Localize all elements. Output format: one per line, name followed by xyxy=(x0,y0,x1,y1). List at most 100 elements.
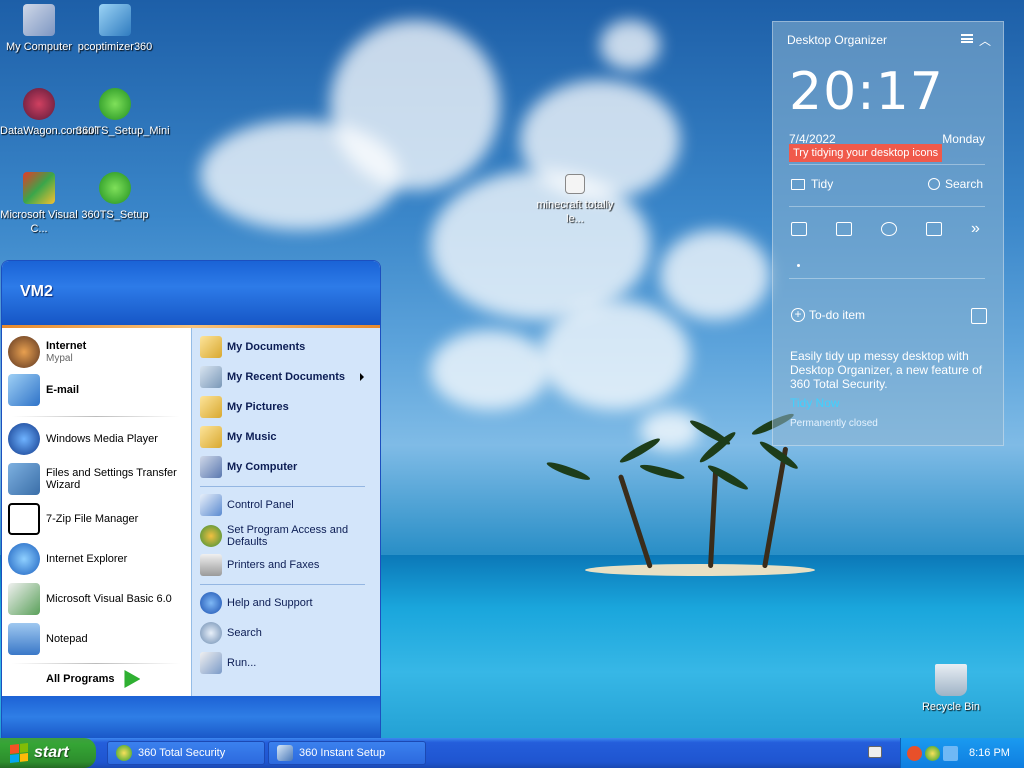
menu-my-music[interactable]: My Music xyxy=(200,426,277,448)
program-access-icon xyxy=(200,525,222,547)
pinned-email[interactable]: E-mail xyxy=(8,374,79,406)
360-tray-icon[interactable] xyxy=(925,745,940,761)
all-programs-button[interactable]: All Programs xyxy=(46,670,141,688)
menu-icon[interactable] xyxy=(961,34,973,43)
separator xyxy=(200,486,365,487)
run-icon xyxy=(200,652,222,674)
clock[interactable]: 8:16 PM xyxy=(969,747,1010,759)
network-icon[interactable] xyxy=(943,745,958,761)
start-menu-left: Internet Mypal E-mail Windows Media Playe… xyxy=(2,328,191,698)
menu-run[interactable]: Run... xyxy=(200,652,256,674)
todo-button[interactable]: + To-do item xyxy=(791,308,865,322)
ie-icon xyxy=(8,543,40,575)
optimizer-icon xyxy=(99,4,131,36)
desktop-icon-label: minecraft totally le... xyxy=(536,199,614,225)
organizer-day: Monday xyxy=(942,132,985,146)
search-label: Search xyxy=(944,177,983,191)
desktop-icon-360ts-setup[interactable]: 360TS_Setup xyxy=(76,172,154,222)
organizer-description: Easily tidy up messy desktop with Deskto… xyxy=(790,349,983,391)
recent-label: 7-Zip File Manager xyxy=(46,513,139,525)
desktop-icon-label: pcoptimizer360 xyxy=(77,41,153,53)
monitor-icon xyxy=(791,178,805,190)
more-icon[interactable]: » xyxy=(971,221,987,237)
organizer-toolbar: » xyxy=(791,221,987,237)
start-menu-right: My Documents My Recent Documents My Pict… xyxy=(191,328,380,698)
eye-icon[interactable] xyxy=(881,222,897,236)
setup-icon xyxy=(99,172,131,204)
menu-help-support[interactable]: Help and Support xyxy=(200,592,313,614)
menu-label: My Pictures xyxy=(227,401,289,413)
start-button[interactable]: start xyxy=(0,738,96,768)
desktop-icon-my-computer[interactable]: My Computer xyxy=(0,4,78,54)
recent-label: Internet Explorer xyxy=(46,553,128,565)
music-folder-icon xyxy=(200,426,222,448)
desktop-icon-label: My Computer xyxy=(5,41,73,53)
recent-label: Windows Media Player xyxy=(46,433,158,445)
url-shortcut-icon xyxy=(23,88,55,120)
organizer-time: 20:17 xyxy=(789,62,944,122)
menu-set-program-access[interactable]: Set Program Access and Defaults xyxy=(200,524,370,548)
desktop-icon-pcoptimizer360[interactable]: pcoptimizer360 xyxy=(76,4,154,54)
permanently-closed-link[interactable]: Permanently closed xyxy=(790,418,878,429)
security-alert-icon[interactable] xyxy=(907,745,922,761)
menu-label: Control Panel xyxy=(227,499,294,511)
menu-my-documents[interactable]: My Documents xyxy=(200,336,305,358)
all-programs-label: All Programs xyxy=(46,673,115,685)
recent-files-settings-transfer[interactable]: Files and Settings Transfer Wizard xyxy=(8,463,178,495)
crop-icon[interactable] xyxy=(836,222,852,236)
visual-basic-icon xyxy=(8,583,40,615)
desktop-icon-label: Microsoft Visual C... xyxy=(0,209,78,235)
taskbar-button-360-total-security[interactable]: 360 Total Security xyxy=(107,741,265,765)
search-icon xyxy=(200,622,222,644)
share-icon[interactable] xyxy=(971,308,987,324)
separator xyxy=(12,663,180,664)
desktop-icon-label: DataWagon.com.url xyxy=(0,125,97,137)
pinned-label: Internet xyxy=(46,340,87,352)
recycle-bin-icon xyxy=(935,664,967,696)
recent-windows-media-player[interactable]: Windows Media Player xyxy=(8,423,158,455)
separator xyxy=(12,416,180,417)
tidy-now-link[interactable]: Tidy Now xyxy=(790,396,840,410)
menu-printers-faxes[interactable]: Printers and Faxes xyxy=(200,554,319,576)
start-label: start xyxy=(34,744,69,761)
menu-label: My Documents xyxy=(227,341,306,353)
desktop-organizer: Desktop Organizer ︿ 20:17 7/4/2022 Monda… xyxy=(772,21,1004,446)
pinned-internet[interactable]: Internet Mypal xyxy=(8,336,86,368)
collapse-icon[interactable]: ︿ xyxy=(979,32,991,49)
tidy-button[interactable]: Tidy xyxy=(791,177,833,191)
menu-my-pictures[interactable]: My Pictures xyxy=(200,396,289,418)
desktop-icon-recycle-bin[interactable]: Recycle Bin xyxy=(912,664,990,714)
recent-7zip[interactable]: 7-Zip File Manager xyxy=(8,503,138,535)
folder-icon xyxy=(200,336,222,358)
menu-control-panel[interactable]: Control Panel xyxy=(200,494,294,516)
menu-search[interactable]: Search xyxy=(200,622,262,644)
desktop-icon-360ts-setup-mini[interactable]: 360TS_Setup_Mini xyxy=(76,88,170,138)
desktop-icon-minecraft[interactable]: minecraft totally le... xyxy=(536,174,614,226)
todo-label: To-do item xyxy=(809,308,866,322)
desktop-icon-visual-c[interactable]: Microsoft Visual C... xyxy=(0,172,78,236)
taskbar-button-360-instant-setup[interactable]: 360 Instant Setup xyxy=(268,741,426,765)
desktop-icon-datawagon[interactable]: DataWagon.com.url xyxy=(0,88,97,138)
notepad-icon xyxy=(8,623,40,655)
copy-icon[interactable] xyxy=(791,222,807,236)
recent-visual-basic[interactable]: Microsoft Visual Basic 6.0 xyxy=(8,583,172,615)
tidy-tip: Try tidying your desktop icons xyxy=(789,144,943,162)
recent-label: Notepad xyxy=(46,633,88,645)
arrow-right-icon xyxy=(124,670,141,688)
pictures-folder-icon xyxy=(200,396,222,418)
computer-icon xyxy=(200,456,222,478)
keyboard-icon[interactable] xyxy=(868,746,882,758)
search-button[interactable]: Search xyxy=(927,177,983,191)
pinned-sub: Mypal xyxy=(46,353,73,364)
recent-internet-explorer[interactable]: Internet Explorer xyxy=(8,543,127,575)
email-icon xyxy=(8,374,40,406)
desktop-icon-label: 360TS_Setup_Mini xyxy=(76,125,170,137)
360-icon xyxy=(116,745,132,761)
separator xyxy=(200,584,365,585)
desktop-icon-label: 360TS_Setup xyxy=(81,209,149,221)
menu-my-recent-documents[interactable]: My Recent Documents xyxy=(200,366,374,388)
desktop-icon-label: Recycle Bin xyxy=(921,701,981,713)
note-icon[interactable] xyxy=(926,222,942,236)
recent-notepad[interactable]: Notepad xyxy=(8,623,88,655)
menu-my-computer[interactable]: My Computer xyxy=(200,456,297,478)
